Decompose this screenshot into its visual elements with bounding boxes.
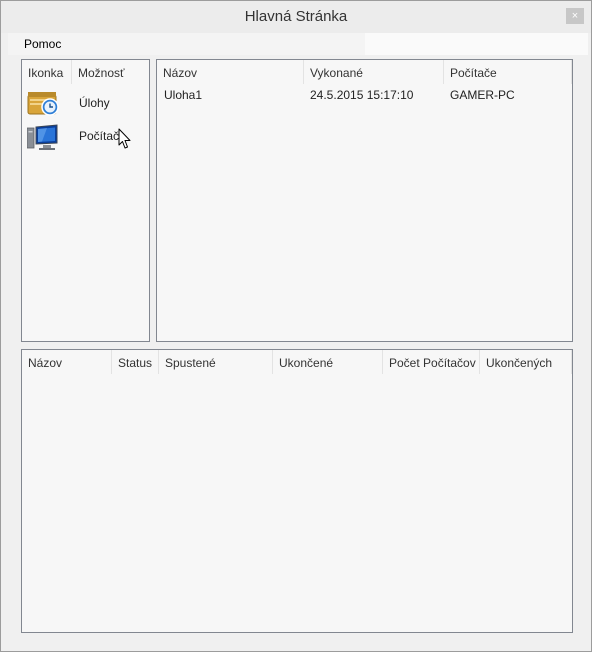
tasks-table[interactable]: Názov Vykonané Počítače Uloha1 24.5.2015…	[156, 59, 573, 342]
title-bar[interactable]: Hlavná Stránka ×	[1, 1, 591, 33]
column-header-completed-count[interactable]: Ukončených	[480, 350, 572, 374]
column-header-icon[interactable]: Ikonka	[22, 60, 72, 84]
list-item-label: Úlohy	[79, 96, 110, 110]
column-header-finished[interactable]: Ukončené	[273, 350, 383, 374]
column-header-executed[interactable]: Vykonané	[304, 60, 444, 84]
column-header-option[interactable]: Možnosť	[72, 60, 149, 84]
column-header-name[interactable]: Názov	[157, 60, 304, 84]
cell-executed: 24.5.2015 15:17:10	[310, 88, 414, 102]
options-list-header: Ikonka Možnosť	[22, 60, 149, 84]
options-list[interactable]: Ikonka Možnosť Úlohy Počítače	[21, 59, 150, 342]
menu-bar-filler	[365, 33, 588, 55]
menu-bar: Pomoc	[8, 33, 365, 55]
tasks-table-header: Názov Vykonané Počítače	[157, 60, 572, 84]
column-header-computers[interactable]: Počítače	[444, 60, 572, 84]
main-window: Hlavná Stránka × Pomoc Ikonka Možnosť Úl…	[0, 0, 592, 652]
column-header-started[interactable]: Spustené	[159, 350, 273, 374]
column-header-status[interactable]: Status	[112, 350, 159, 374]
computer-monitor-icon	[27, 124, 58, 150]
window-title: Hlavná Stránka	[244, 8, 348, 25]
runs-table[interactable]: Názov Status Spustené Ukončené Počet Poč…	[21, 349, 573, 633]
cell-task-name: Uloha1	[164, 88, 203, 102]
column-header-name[interactable]: Názov	[22, 350, 112, 374]
calendar-clock-icon	[27, 92, 59, 116]
close-button[interactable]: ×	[566, 8, 584, 24]
column-header-computer-count[interactable]: Počet Počítačov	[383, 350, 480, 374]
mouse-cursor-icon	[118, 128, 131, 149]
cell-computers: GAMER-PC	[450, 88, 515, 102]
runs-table-header: Názov Status Spustené Ukončené Počet Poč…	[22, 350, 572, 374]
menu-item-help[interactable]: Pomoc	[24, 37, 61, 51]
